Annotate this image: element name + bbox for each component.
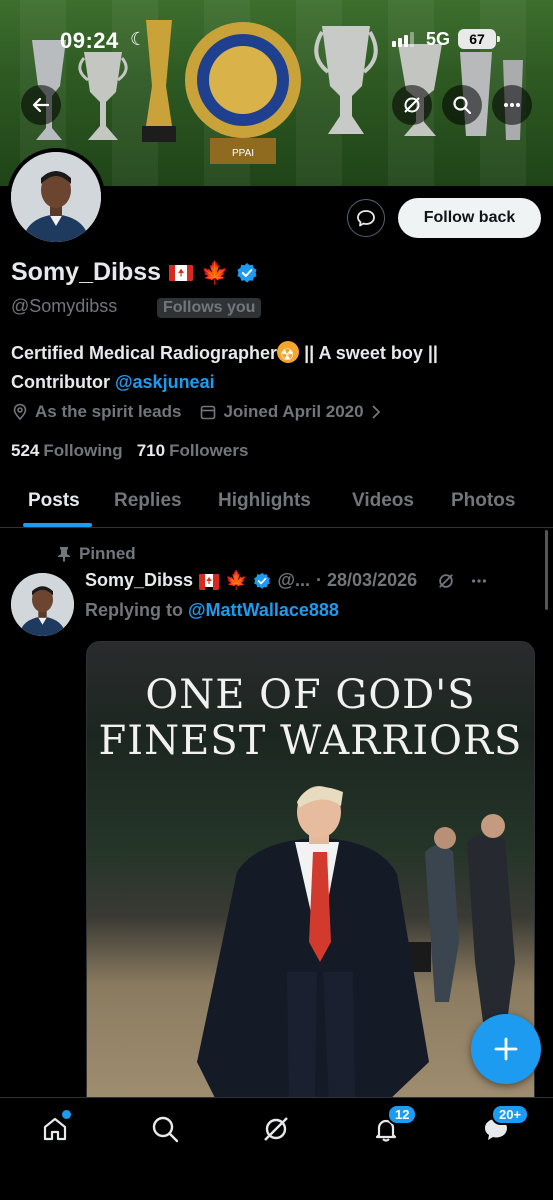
battery-indicator: 67 bbox=[458, 29, 500, 49]
maple-leaf-icon: 🍁 bbox=[201, 259, 229, 285]
network-type: 5G bbox=[426, 29, 451, 49]
bio-text: Certified Medical Radiographer bbox=[11, 343, 278, 363]
canada-flag-icon bbox=[199, 574, 220, 590]
post-author-name[interactable]: Somy_Dibss bbox=[85, 570, 193, 591]
home-notification-dot bbox=[62, 1110, 71, 1119]
display-name-text: Somy_Dibss bbox=[11, 258, 162, 286]
grok-icon bbox=[264, 1117, 288, 1141]
following-link[interactable]: 524 Following bbox=[11, 441, 123, 461]
verified-badge-icon[interactable] bbox=[236, 262, 258, 284]
post-header: Somy_Dibss 🍁 @... · 28/03/2026 bbox=[85, 570, 489, 591]
following-label: Following bbox=[43, 441, 123, 460]
grok-icon[interactable] bbox=[437, 572, 455, 590]
canada-flag-icon bbox=[169, 264, 194, 281]
location-text: As the spirit leads bbox=[35, 402, 182, 421]
search-icon bbox=[152, 1116, 179, 1143]
pinned-indicator: Pinned bbox=[57, 544, 136, 564]
post-media-image[interactable]: ONE OF GOD'S FINEST WARRIORS bbox=[86, 641, 535, 1101]
grok-button[interactable] bbox=[392, 85, 432, 125]
tab-replies[interactable]: Replies bbox=[114, 490, 182, 512]
tab-posts[interactable]: Posts bbox=[28, 490, 80, 512]
pin-icon bbox=[58, 547, 70, 562]
search-icon bbox=[453, 96, 472, 115]
messages-badge: 20+ bbox=[491, 1104, 530, 1125]
profile-handle: @Somydibss bbox=[11, 296, 118, 316]
plus-icon bbox=[494, 1037, 518, 1061]
signal-icon bbox=[392, 32, 414, 47]
tab-highlights[interactable]: Highlights bbox=[218, 490, 311, 512]
chevron-right-icon[interactable] bbox=[370, 404, 382, 420]
maple-leaf-icon: 🍁 bbox=[225, 570, 248, 590]
status-bar: 09:24 ☾ 5G 67 bbox=[0, 0, 553, 80]
pinned-label: Pinned bbox=[79, 544, 136, 563]
chat-bubble-icon bbox=[357, 210, 375, 227]
replying-to-label: Replying to bbox=[85, 600, 188, 620]
followers-count: 710 bbox=[136, 441, 166, 460]
bio-mention-link[interactable]: @askjuneai bbox=[115, 372, 215, 392]
verified-badge-icon bbox=[254, 572, 271, 589]
post-date: · 28/03/2026 bbox=[316, 570, 418, 590]
notifications-badge: 12 bbox=[387, 1104, 418, 1125]
location-pin-icon bbox=[13, 403, 27, 421]
replying-to: Replying to @MattWallace888 bbox=[85, 600, 339, 621]
follow-back-button[interactable]: Follow back bbox=[398, 198, 541, 238]
media-figure-illustration bbox=[197, 786, 515, 1100]
follow-stats: 524 Following 710 Followers bbox=[11, 441, 248, 461]
active-tab-indicator bbox=[23, 523, 92, 527]
followers-link[interactable]: 710 Followers bbox=[137, 441, 249, 461]
scrollbar[interactable] bbox=[545, 530, 548, 610]
nav-search[interactable] bbox=[148, 1112, 182, 1146]
display-name: Somy_Dibss 🍁 bbox=[11, 258, 258, 287]
nav-grok[interactable] bbox=[259, 1112, 293, 1146]
message-button[interactable] bbox=[347, 199, 385, 237]
joined-text: Joined April 2020 bbox=[223, 402, 364, 421]
profile-tabs: Posts Replies Highlights Videos Photos bbox=[0, 478, 553, 528]
tab-photos[interactable]: Photos bbox=[451, 490, 515, 512]
arrow-left-icon bbox=[32, 97, 50, 113]
more-button[interactable] bbox=[492, 85, 532, 125]
replying-to-handle[interactable]: @MattWallace888 bbox=[188, 600, 339, 620]
radioactive-icon bbox=[277, 341, 300, 370]
bottom-navigation: 12 20+ bbox=[0, 1097, 553, 1200]
followers-label: Followers bbox=[169, 441, 249, 460]
status-time: 09:24 bbox=[60, 28, 119, 53]
avatar-photo bbox=[11, 573, 74, 636]
more-icon bbox=[504, 103, 520, 107]
moon-icon: ☾ bbox=[130, 29, 147, 49]
tab-videos[interactable]: Videos bbox=[352, 490, 414, 512]
more-icon[interactable] bbox=[469, 572, 489, 590]
nav-notifications[interactable]: 12 bbox=[369, 1104, 418, 1146]
search-button[interactable] bbox=[442, 85, 482, 125]
avatar-photo bbox=[11, 152, 101, 242]
calendar-icon bbox=[201, 405, 216, 420]
post-author-avatar[interactable] bbox=[11, 573, 74, 636]
profile-meta: As the spirit leads Joined April 2020 bbox=[11, 402, 382, 422]
following-count: 524 bbox=[11, 441, 40, 460]
follows-you-badge: Follows you bbox=[157, 298, 262, 318]
svg-text:PPAI: PPAI bbox=[232, 148, 254, 159]
post-author-handle: @... bbox=[277, 570, 311, 590]
profile-bio: Certified Medical Radiographer || A swee… bbox=[11, 339, 541, 397]
grok-icon bbox=[404, 97, 420, 113]
compose-post-button[interactable] bbox=[471, 1014, 541, 1084]
profile-avatar[interactable] bbox=[7, 148, 105, 246]
nav-messages[interactable]: 20+ bbox=[479, 1104, 530, 1146]
back-button[interactable] bbox=[21, 85, 61, 125]
nav-home[interactable] bbox=[38, 1110, 72, 1146]
